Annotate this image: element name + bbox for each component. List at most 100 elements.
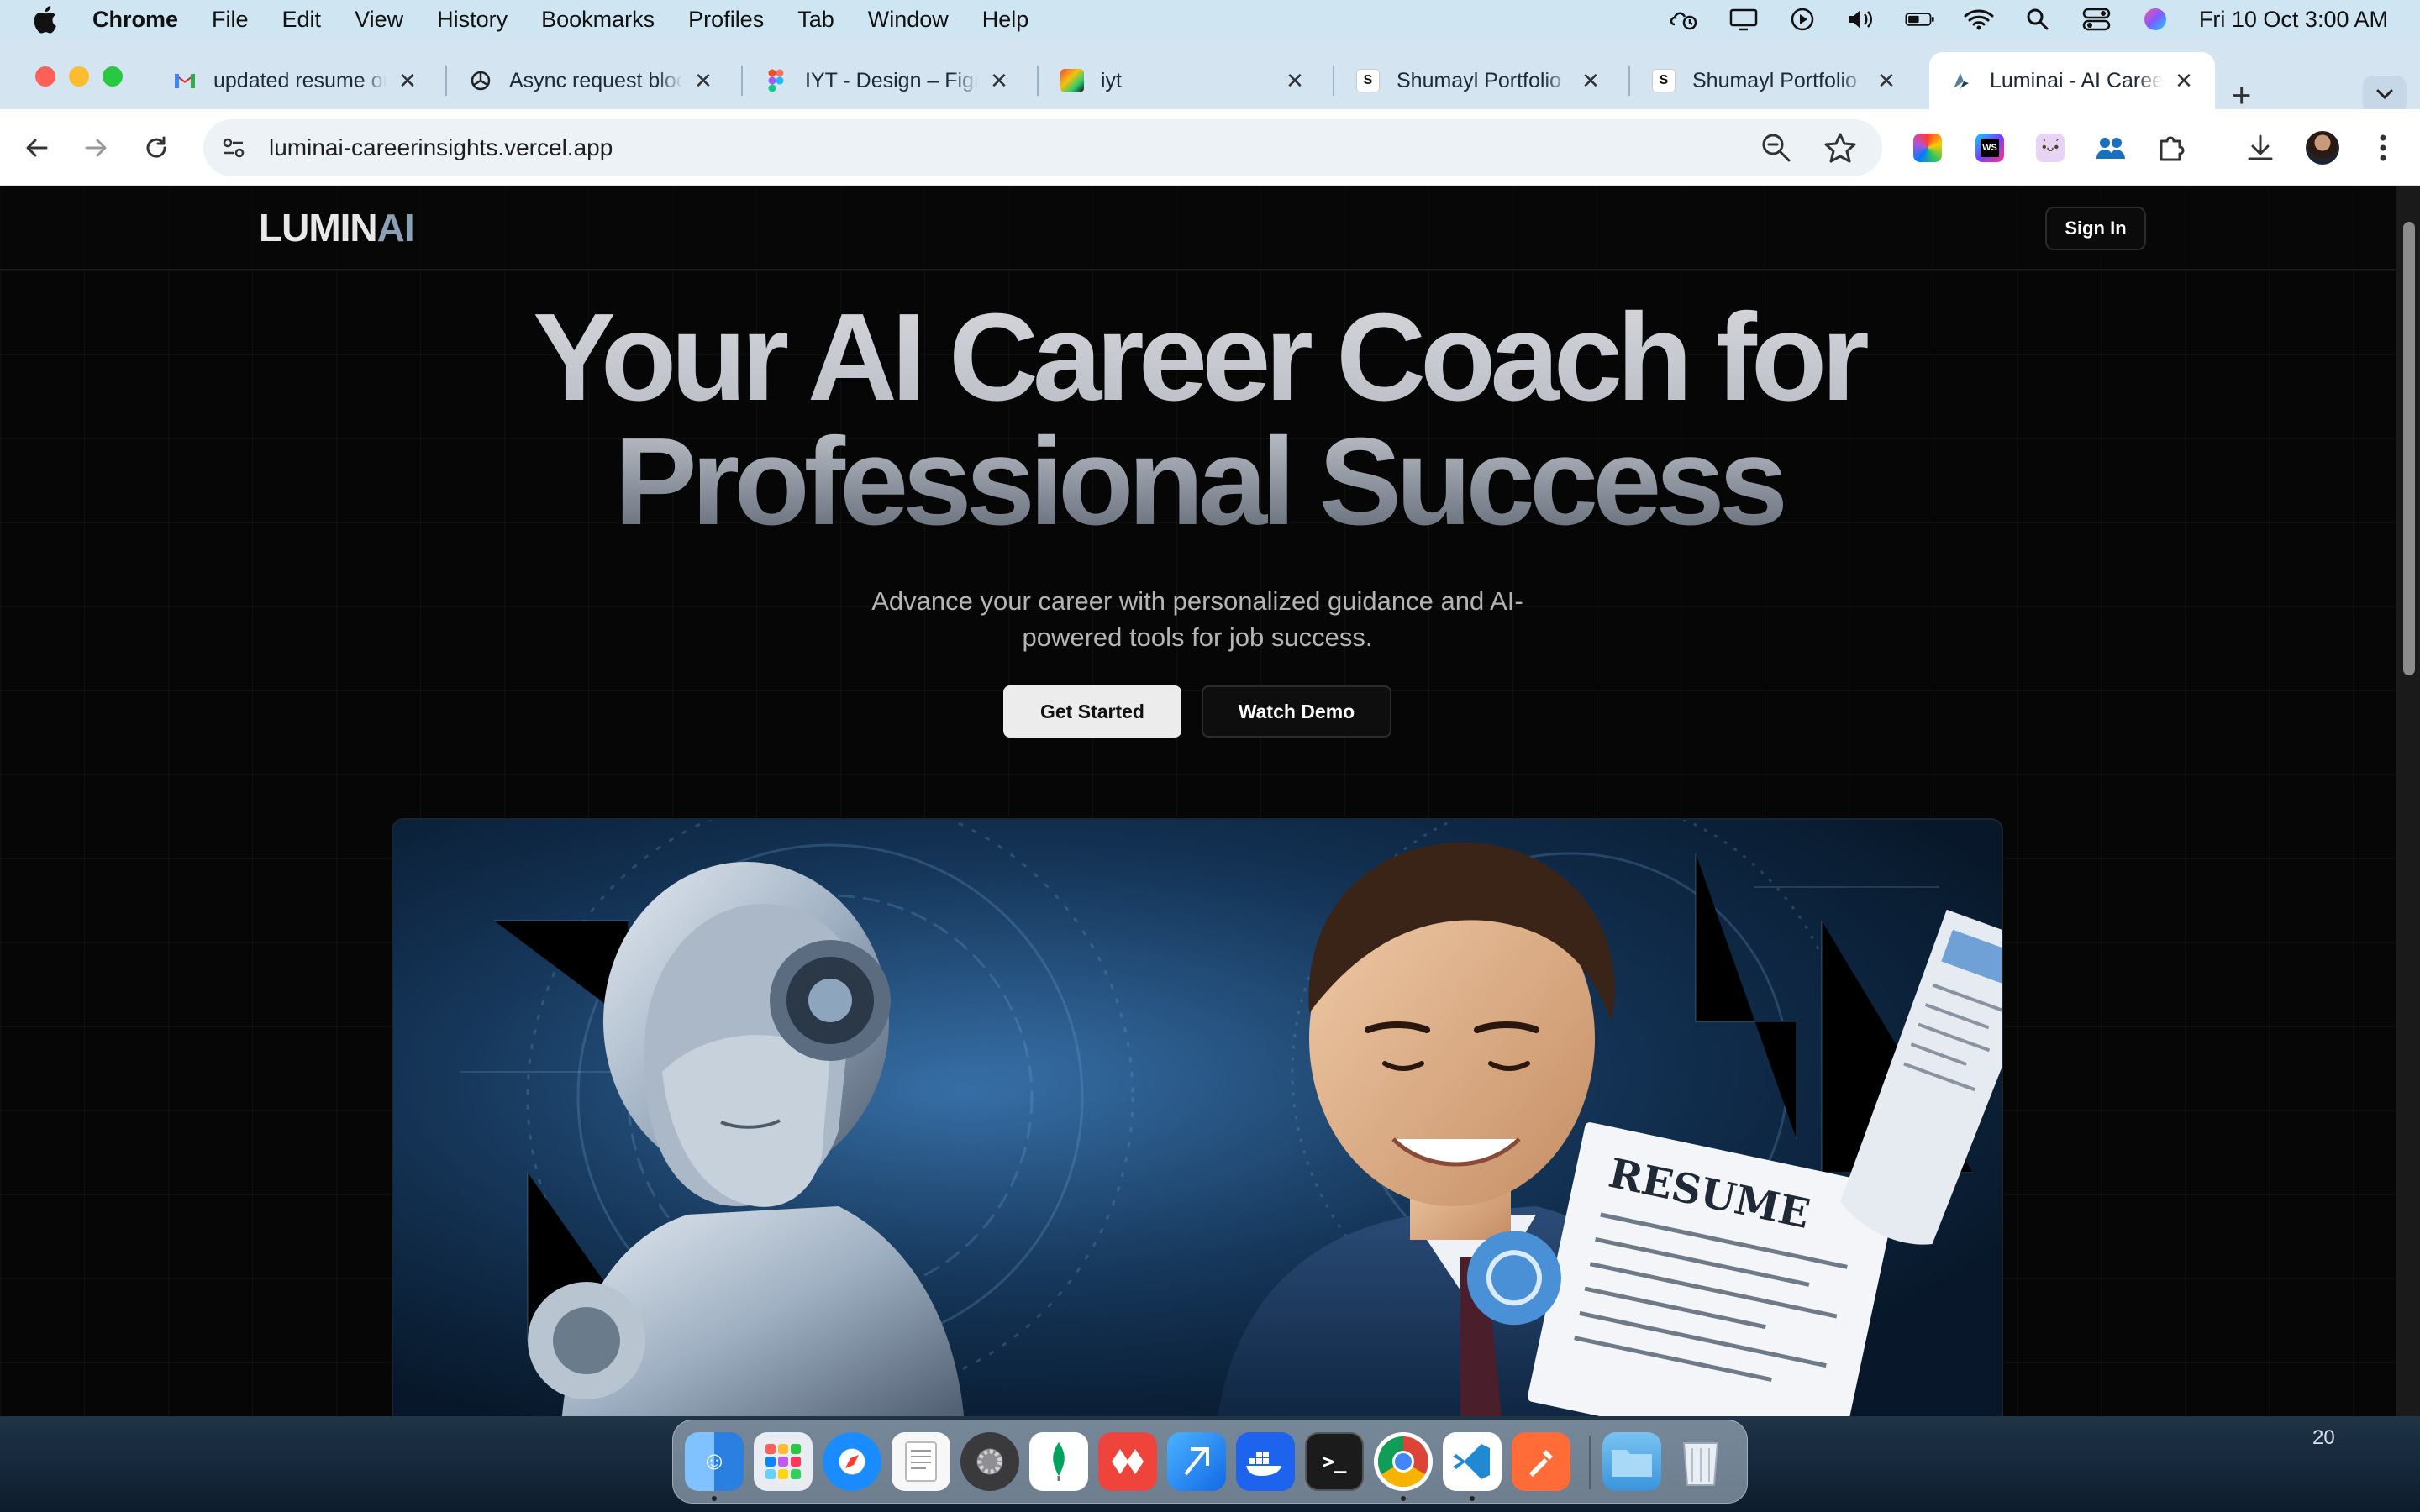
zoom-window-button[interactable]	[103, 66, 123, 87]
menu-bookmarks[interactable]: Bookmarks	[541, 7, 655, 33]
tab-iyt[interactable]: iyt ✕	[1040, 52, 1326, 109]
running-indicator	[712, 1496, 717, 1501]
download-icon[interactable]	[2242, 129, 2279, 166]
volume-icon[interactable]	[1846, 8, 1876, 31]
webstorm-extension-icon[interactable]: WS	[1971, 129, 2008, 166]
page-scrollbar[interactable]	[2396, 186, 2420, 1416]
textedit-icon[interactable]	[892, 1432, 950, 1491]
bookmark-star-icon[interactable]	[1823, 131, 1857, 169]
scrollbar-thumb[interactable]	[2403, 222, 2415, 675]
wifi-icon[interactable]	[1964, 8, 1994, 31]
tab-title: Shumayl Portfolio	[1692, 68, 1857, 92]
tab-luminai-active[interactable]: Luminai - AI Career ✕	[1929, 52, 2215, 109]
tab-figma[interactable]: IYT - Design – Figma ✕	[744, 52, 1030, 109]
reload-icon	[146, 136, 166, 158]
close-window-button[interactable]	[35, 66, 55, 87]
finder-icon[interactable]: ☺	[685, 1432, 744, 1491]
vscode-icon[interactable]	[1443, 1432, 1502, 1491]
running-indicator	[1470, 1496, 1475, 1501]
logo-text-lumin: LUMIN	[259, 206, 378, 249]
apple-icon[interactable]	[30, 5, 59, 34]
arrow-left-icon	[26, 139, 48, 157]
reload-button[interactable]	[136, 128, 176, 168]
get-started-button[interactable]: Get Started	[1003, 685, 1181, 738]
more-menu-icon[interactable]	[2365, 129, 2402, 166]
docker-icon[interactable]	[1236, 1432, 1295, 1491]
address-bar[interactable]: luminai-careerinsights.vercel.app	[203, 119, 1882, 176]
trash-icon[interactable]	[1671, 1432, 1730, 1491]
back-button[interactable]	[17, 128, 57, 168]
tab-title: updated resume on	[213, 68, 387, 92]
url-text[interactable]: luminai-careerinsights.vercel.app	[269, 134, 613, 161]
close-tab-icon[interactable]: ✕	[1284, 68, 1306, 94]
tab-chatgpt[interactable]: Async request blocking ✕	[449, 52, 734, 109]
menu-help[interactable]: Help	[982, 7, 1029, 33]
menu-window[interactable]: Window	[868, 7, 949, 33]
people-extension-icon[interactable]	[2092, 129, 2129, 166]
tab-title: Async request blocking	[509, 68, 682, 92]
zoom-icon[interactable]	[1760, 131, 1793, 169]
hero-subtitle: Advance your career with personalized gu…	[871, 586, 1523, 652]
browser-toolbar: luminai-careerinsights.vercel.app WS •̀ᴗ…	[0, 109, 2420, 186]
hero-title-line-1: Your AI Career Coach for	[533, 288, 1864, 427]
hero-title-line-2: Professional Success	[613, 412, 1783, 551]
hero-title: Your AI Career Coach for Professional Su…	[0, 296, 2396, 544]
control-center-icon[interactable]	[2081, 8, 2112, 31]
chatgpt-icon	[469, 69, 492, 92]
close-tab-icon[interactable]: ✕	[988, 68, 1010, 94]
portfolio-icon: S	[1356, 69, 1380, 92]
luminai-landing-page: LUMIN AI Sign In Your AI Career Coach for…	[0, 186, 2396, 1416]
forward-button[interactable]	[76, 128, 116, 168]
luminai-logo[interactable]: LUMIN AI	[259, 205, 415, 250]
watch-demo-button[interactable]: Watch Demo	[1202, 685, 1392, 738]
launchpad-icon[interactable]	[754, 1432, 813, 1491]
close-tab-icon[interactable]: ✕	[397, 68, 418, 94]
tab-strip: updated resume on ✕ Async request blocki…	[0, 39, 2420, 113]
menu-file[interactable]: File	[212, 7, 249, 33]
sign-in-button[interactable]: Sign In	[2045, 207, 2146, 250]
site-header: LUMIN AI Sign In	[0, 186, 2396, 270]
page-viewport: LUMIN AI Sign In Your AI Career Coach for…	[0, 186, 2420, 1416]
safari-icon[interactable]	[823, 1432, 881, 1491]
minimize-window-button[interactable]	[69, 66, 89, 87]
menu-app-name[interactable]: Chrome	[92, 7, 178, 33]
tab-portfolio-1[interactable]: S Shumayl Portfolio ✕	[1336, 52, 1622, 109]
gmail-icon	[173, 69, 197, 92]
extensions-puzzle-icon[interactable]	[2153, 129, 2190, 166]
close-tab-icon[interactable]: ✕	[1580, 68, 1602, 94]
menu-tab[interactable]: Tab	[797, 7, 834, 33]
new-tab-button[interactable]: +	[2232, 79, 2251, 113]
menu-edit[interactable]: Edit	[282, 7, 322, 33]
site-settings-icon[interactable]	[218, 133, 249, 163]
battery-icon[interactable]	[1905, 8, 1935, 31]
postman-icon[interactable]	[1512, 1432, 1570, 1491]
downloads-folder-icon[interactable]	[1602, 1432, 1661, 1491]
tab-portfolio-2[interactable]: S Shumayl Portfolio ✕	[1632, 52, 1918, 109]
display-icon[interactable]	[1728, 8, 1759, 31]
tab-title: IYT - Design – Figma	[805, 68, 978, 92]
chrome-icon[interactable]	[1374, 1432, 1433, 1491]
profile-avatar[interactable]	[2304, 129, 2341, 166]
system-settings-icon[interactable]	[960, 1432, 1019, 1491]
siri-icon[interactable]	[2140, 8, 2170, 31]
color-picker-extension-icon[interactable]	[1909, 129, 1946, 166]
dock: ☺ >_	[672, 1420, 1748, 1504]
close-tab-icon[interactable]: ✕	[1876, 68, 1897, 94]
xcode-icon[interactable]	[1167, 1432, 1226, 1491]
search-icon[interactable]	[2023, 8, 2053, 31]
menu-view[interactable]: View	[355, 7, 403, 33]
menu-profiles[interactable]: Profiles	[688, 7, 764, 33]
tab-divider	[1333, 66, 1334, 96]
tab-gmail[interactable]: updated resume on ✕	[153, 52, 439, 109]
anydesk-icon[interactable]	[1098, 1432, 1157, 1491]
tab-search-button[interactable]	[2363, 76, 2407, 113]
mongodb-compass-icon[interactable]	[1029, 1432, 1088, 1491]
cat-extension-icon[interactable]: •̀ᴗ•́	[2032, 129, 2069, 166]
menu-history[interactable]: History	[437, 7, 508, 33]
close-tab-icon[interactable]: ✕	[692, 68, 714, 94]
weather-icon[interactable]	[1670, 8, 1700, 31]
menu-clock[interactable]: Fri 10 Oct 3:00 AM	[2199, 7, 2388, 33]
close-tab-icon[interactable]: ✕	[2173, 68, 2195, 94]
terminal-icon[interactable]: >_	[1305, 1432, 1364, 1491]
play-icon[interactable]	[1787, 8, 1818, 31]
